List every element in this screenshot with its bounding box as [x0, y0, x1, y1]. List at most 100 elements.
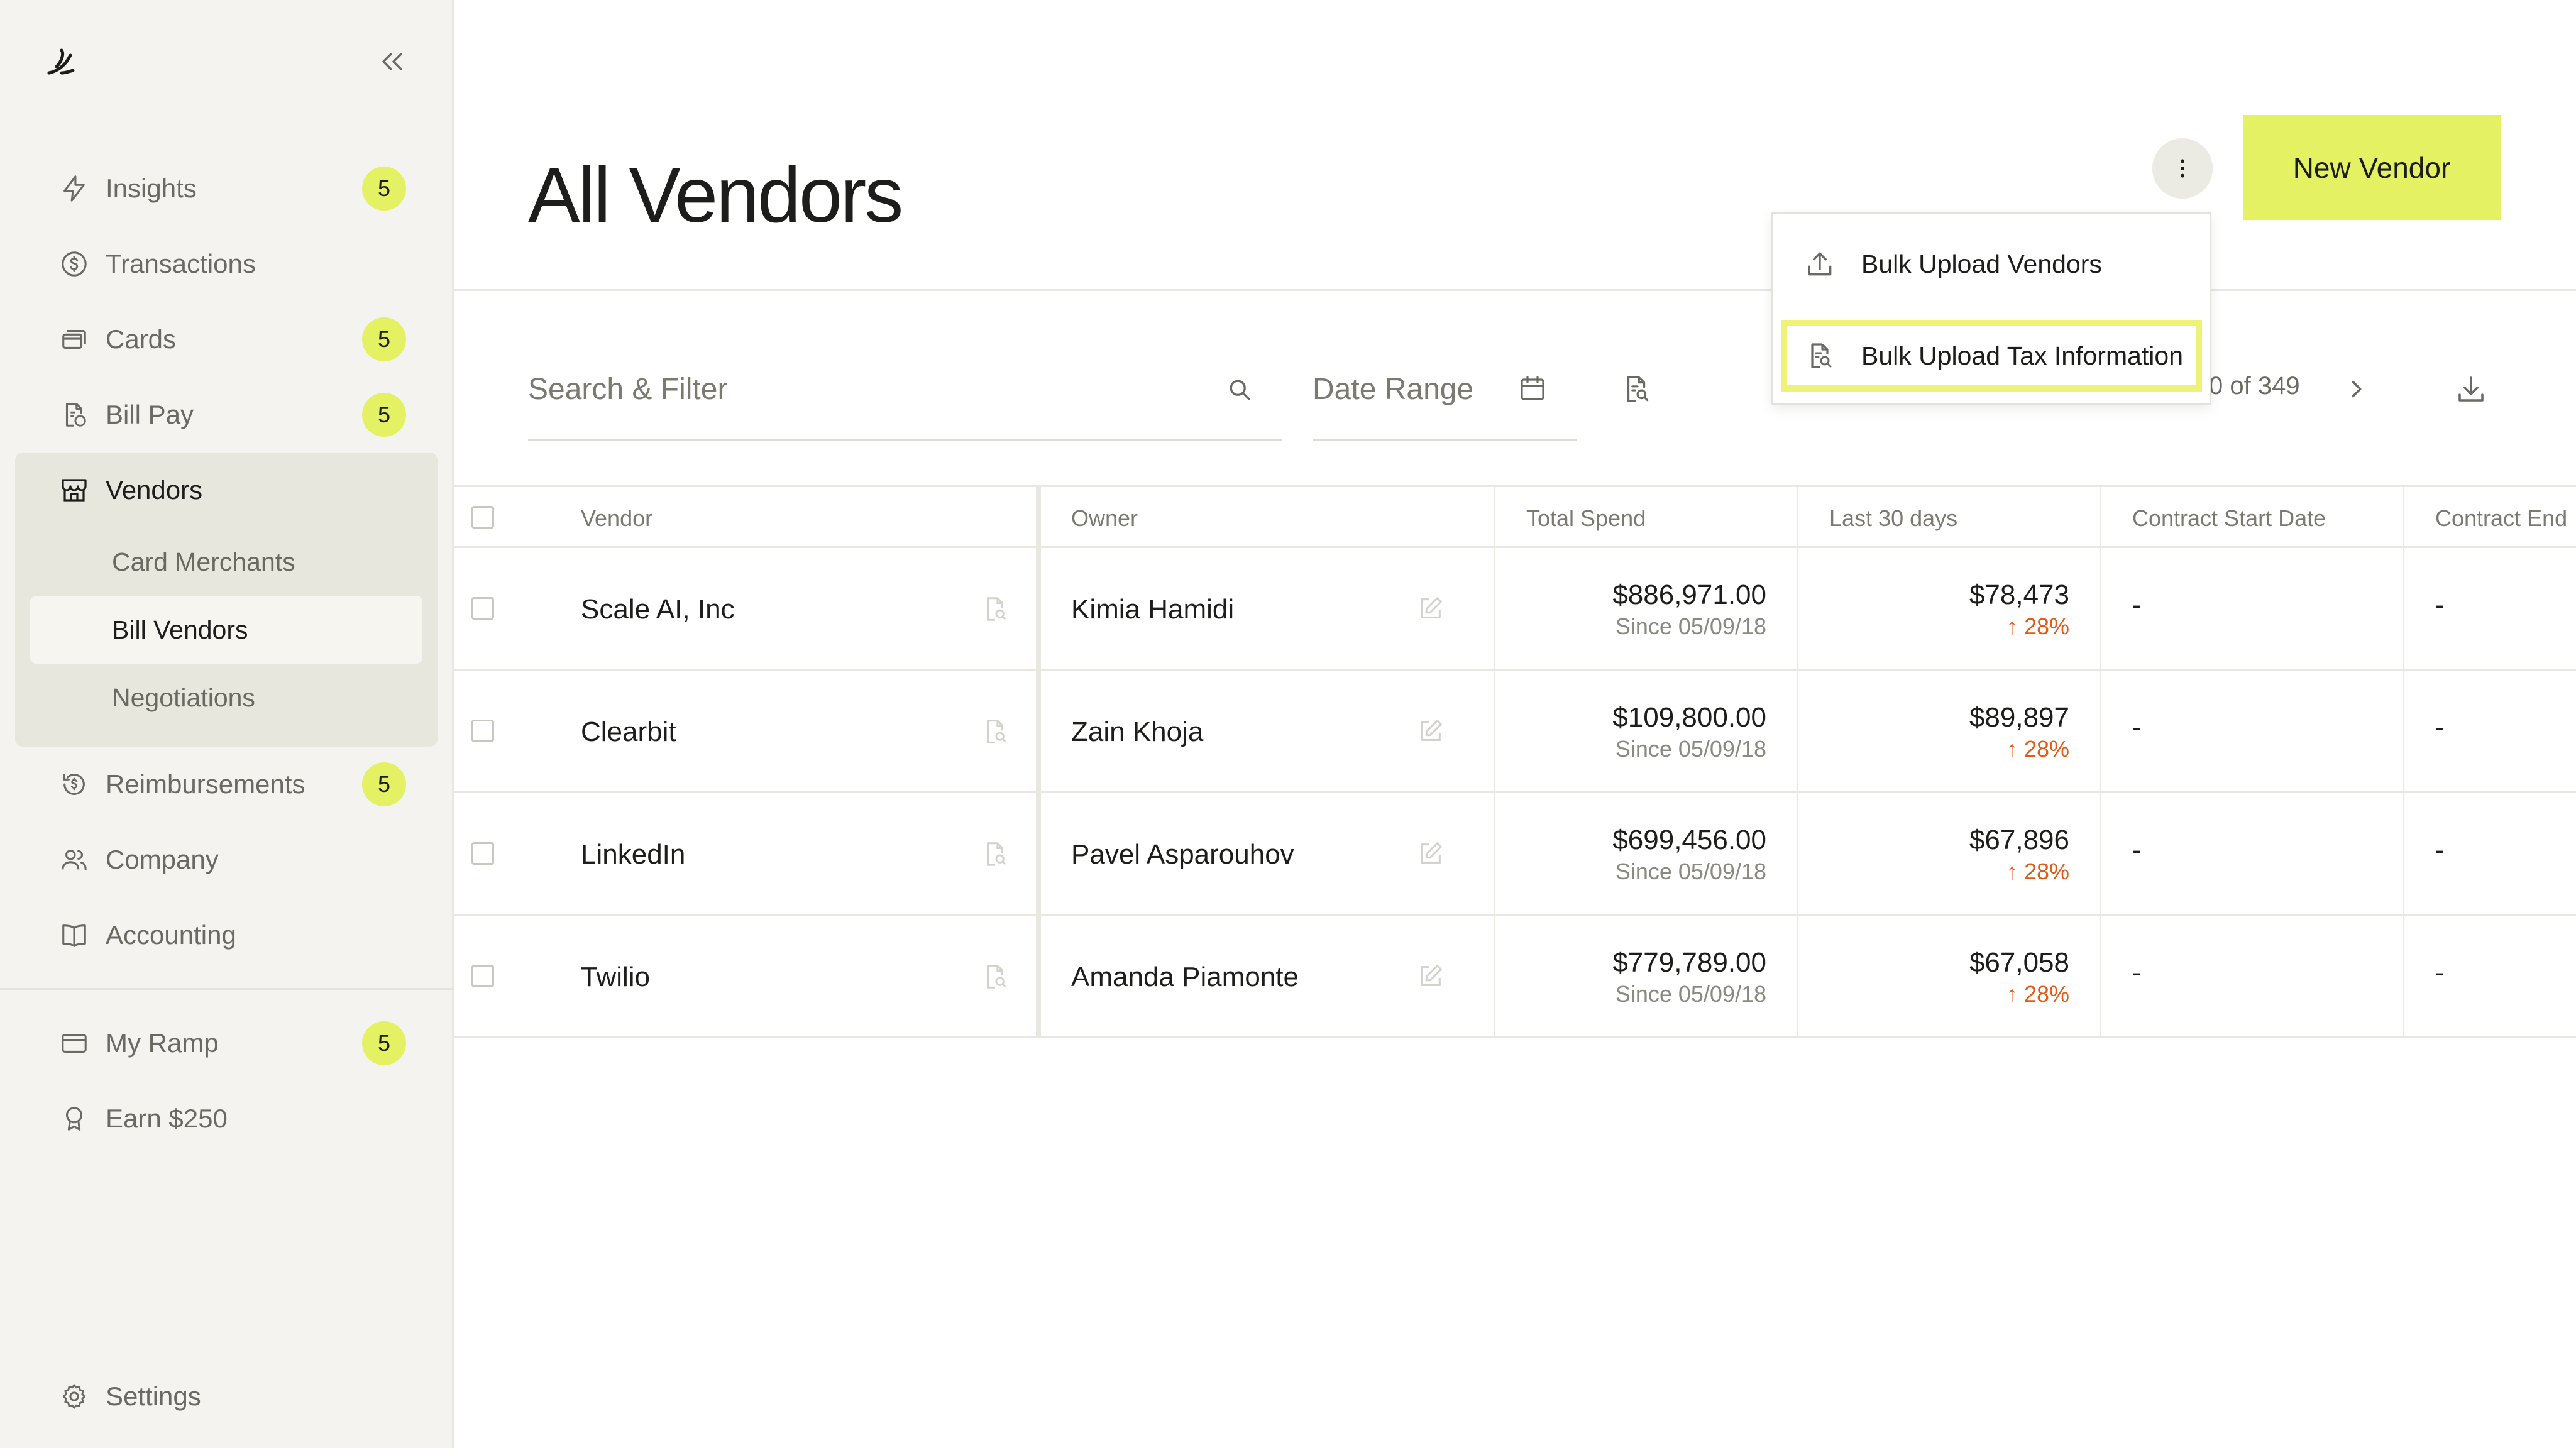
ramp-logo-icon[interactable]: [43, 45, 78, 78]
sidebar-item-label: Earn $250: [106, 1104, 228, 1133]
sidebar-item-accounting[interactable]: Accounting: [59, 910, 236, 960]
document-search-icon[interactable]: [981, 595, 1010, 623]
table-row[interactable]: Twilio Amanda Piamonte $779,789.00 Since…: [454, 916, 2576, 1038]
sidebar-item-label: Vendors: [106, 475, 203, 505]
edit-icon[interactable]: [1416, 962, 1445, 991]
store-icon: [59, 475, 89, 505]
sidebar: Insights 5 Transactions Cards 5 Bill Pay…: [0, 0, 454, 1448]
last-30-days-cell: $78,473 ↑ 28%: [1800, 548, 2069, 671]
sidebar-subitem-label: Bill Vendors: [112, 615, 248, 644]
document-search-icon[interactable]: [1621, 373, 1652, 405]
percent-change: ↑ 28%: [2006, 613, 2069, 640]
contract-end-date: -: [2435, 712, 2445, 743]
percent-change: ↑ 28%: [2006, 858, 2069, 885]
cards-icon: [59, 324, 89, 354]
column-header-vendor[interactable]: Vendor: [581, 487, 652, 550]
page-title: All Vendors: [528, 152, 903, 239]
card-icon: [59, 1028, 89, 1058]
document-search-icon[interactable]: [981, 962, 1010, 991]
arrow-up-icon: ↑: [2006, 613, 2024, 639]
percent-value: 28%: [2023, 858, 2069, 884]
date-range-field[interactable]: Date Range: [1313, 358, 1577, 441]
vertical-dots-icon: [2181, 159, 2184, 178]
tax-document-icon: [1803, 339, 1836, 372]
last-30-days-cell: $89,897 ↑ 28%: [1800, 671, 2069, 793]
menu-item-bulk-upload-tax-information[interactable]: Bulk Upload Tax Information: [1781, 320, 2202, 392]
column-header-contract-end[interactable]: Contract End: [2435, 487, 2567, 550]
column-header-contract-start[interactable]: Contract Start Date: [2132, 487, 2326, 550]
sidebar-subitem-card-merchants[interactable]: Card Merchants: [112, 537, 295, 587]
total-spend-cell: $699,456.00 Since 05/09/18: [1497, 793, 1766, 916]
cards-count-badge: 5: [362, 317, 406, 361]
row-checkbox[interactable]: [471, 965, 494, 987]
select-all-checkbox[interactable]: [471, 506, 494, 529]
sidebar-item-vendors[interactable]: Vendors: [59, 465, 202, 515]
more-options-button[interactable]: [2152, 138, 2213, 199]
sidebar-item-bill-pay[interactable]: Bill Pay: [59, 390, 194, 440]
sidebar-subitem-negotiations[interactable]: Negotiations: [112, 672, 255, 723]
contract-start-date: -: [2132, 835, 2142, 865]
table-row[interactable]: LinkedIn Pavel Asparouhov $699,456.00 Si…: [454, 793, 2576, 916]
since-date: Since 05/09/18: [1615, 858, 1766, 884]
row-checkbox[interactable]: [471, 842, 494, 865]
insights-count-badge: 5: [362, 167, 406, 211]
table-row[interactable]: Scale AI, Inc Kimia Hamidi $886,971.00 S…: [454, 548, 2576, 671]
table-header: Vendor Owner Total Spend Last 30 days Co…: [454, 485, 2576, 548]
bill-icon: [59, 400, 89, 430]
row-checkbox[interactable]: [471, 597, 494, 620]
sidebar-item-cards[interactable]: Cards: [59, 314, 176, 365]
sidebar-item-earn[interactable]: Earn $250: [59, 1094, 228, 1144]
new-vendor-button[interactable]: New Vendor: [2243, 115, 2501, 220]
last-30-days-value: $78,473: [1969, 579, 2069, 610]
my-ramp-count-badge: 5: [362, 1021, 406, 1065]
bill-pay-count-badge: 5: [362, 393, 406, 437]
sidebar-item-company[interactable]: Company: [59, 835, 219, 885]
more-options-menu: Bulk Upload Vendors Bulk Upload Tax Info…: [1771, 212, 2211, 405]
column-header-total-spend[interactable]: Total Spend: [1526, 487, 1646, 550]
edit-icon[interactable]: [1416, 840, 1445, 869]
sidebar-divider: [0, 988, 454, 990]
contract-start-date: -: [2132, 590, 2142, 620]
vendor-name[interactable]: Clearbit: [581, 671, 676, 793]
sidebar-item-insights[interactable]: Insights: [59, 163, 197, 214]
percent-change: ↑ 28%: [2006, 736, 2069, 762]
download-icon[interactable]: [2454, 372, 2488, 406]
menu-item-bulk-upload-vendors[interactable]: Bulk Upload Vendors: [1773, 219, 2210, 309]
vendor-name[interactable]: LinkedIn: [581, 793, 685, 916]
sidebar-item-label: Settings: [106, 1381, 201, 1411]
gear-icon: [59, 1381, 89, 1412]
sidebar-item-transactions[interactable]: Transactions: [59, 239, 256, 289]
vendor-name[interactable]: Twilio: [581, 916, 650, 1038]
sidebar-item-label: My Ramp: [106, 1028, 219, 1058]
sidebar-item-reimbursements[interactable]: Reimbursements: [59, 759, 305, 809]
sidebar-subitem-bill-vendors[interactable]: Bill Vendors: [112, 605, 248, 655]
search-icon: [1230, 380, 1250, 400]
sidebar-item-label: Company: [106, 845, 219, 874]
chevron-right-icon[interactable]: [2342, 375, 2371, 403]
owner-name: Pavel Asparouhov: [1071, 838, 1294, 870]
column-header-last-30-days[interactable]: Last 30 days: [1829, 487, 1957, 550]
since-date: Since 05/09/18: [1615, 613, 1766, 639]
sidebar-item-label: Transactions: [106, 249, 256, 278]
search-filter-field[interactable]: Search & Filter: [528, 358, 1282, 441]
sidebar-item-settings[interactable]: Settings: [59, 1371, 201, 1422]
edit-icon[interactable]: [1416, 595, 1445, 623]
sidebar-subitem-label: Card Merchants: [112, 547, 295, 576]
edit-icon[interactable]: [1416, 717, 1445, 746]
arrow-up-icon: ↑: [2006, 735, 2024, 762]
document-search-icon[interactable]: [981, 717, 1010, 746]
menu-item-label: Bulk Upload Tax Information: [1861, 341, 2184, 370]
people-icon: [59, 845, 89, 875]
table-row[interactable]: Clearbit Zain Khoja $109,800.00 Since 05…: [454, 671, 2576, 793]
contract-end-date: -: [2435, 957, 2445, 988]
header-divider: [454, 289, 2576, 291]
book-icon: [59, 920, 89, 950]
collapse-sidebar-icon[interactable]: [375, 45, 410, 78]
document-search-icon[interactable]: [981, 840, 1010, 869]
vendor-name[interactable]: Scale AI, Inc: [581, 548, 735, 671]
arrow-up-icon: ↑: [2006, 858, 2024, 884]
date-range-label: Date Range: [1313, 373, 1474, 406]
sidebar-item-my-ramp[interactable]: My Ramp: [59, 1018, 219, 1068]
column-header-owner[interactable]: Owner: [1071, 487, 1138, 550]
row-checkbox[interactable]: [471, 720, 494, 742]
